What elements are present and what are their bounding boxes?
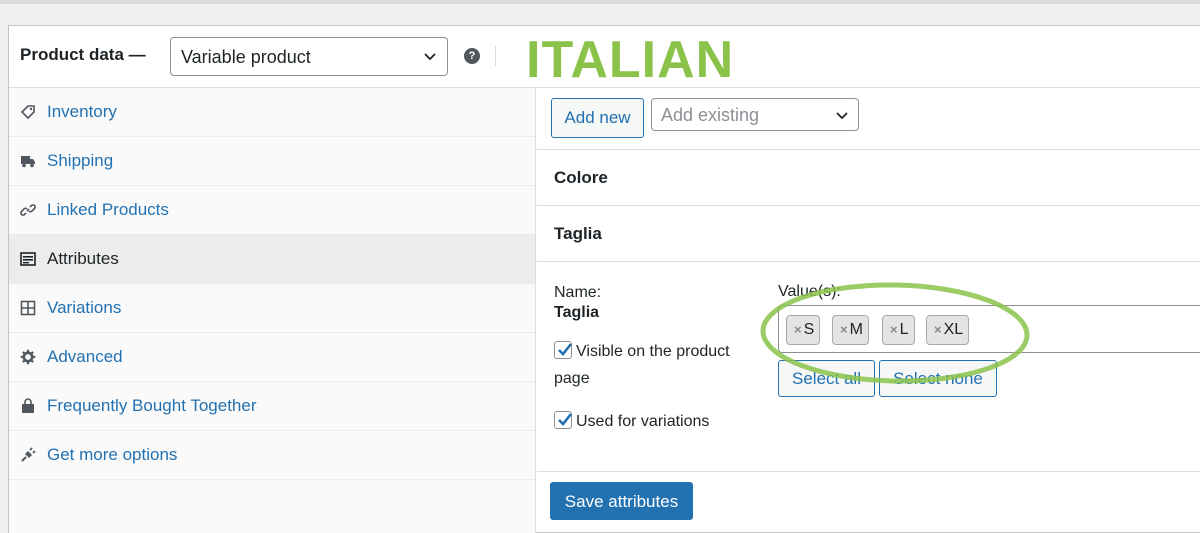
value-tag-l[interactable]: × L bbox=[882, 315, 915, 345]
product-data-header: Product data — Variable product ? ITALIA… bbox=[9, 26, 1200, 88]
tag-label: XL bbox=[943, 321, 964, 338]
add-existing-placeholder: Add existing bbox=[661, 105, 760, 125]
remove-icon[interactable]: × bbox=[840, 322, 848, 337]
product-type-select[interactable]: Variable product bbox=[170, 37, 448, 76]
visible-label: Visible on the product page bbox=[554, 343, 730, 387]
sidebar-item-get-more-options[interactable]: Get more options bbox=[9, 431, 535, 480]
tag-label: S bbox=[803, 321, 815, 338]
sidebar-item-frequently-bought-together[interactable]: Frequently Bought Together bbox=[9, 382, 535, 431]
used-for-variations-option[interactable]: Used for variations bbox=[554, 408, 709, 435]
tag-label: L bbox=[899, 321, 909, 338]
save-area: Save attributes bbox=[537, 472, 1200, 532]
attribute-detail: Name: Taglia Visible on the product page… bbox=[537, 262, 1200, 472]
bag-icon bbox=[20, 398, 36, 414]
sidebar-item-shipping[interactable]: Shipping bbox=[9, 137, 535, 186]
product-type-value: Variable product bbox=[181, 47, 311, 67]
top-border bbox=[0, 0, 1200, 4]
value-tag-m[interactable]: × M bbox=[832, 315, 869, 345]
attributes-panel: Add new Add existing Colore Taglia Name:… bbox=[537, 88, 1200, 533]
sidebar-item-inventory[interactable]: Inventory bbox=[9, 88, 535, 137]
attribute-row-taglia[interactable]: Taglia bbox=[537, 206, 1200, 262]
sidebar-item-label: Get more options bbox=[47, 445, 178, 464]
used-for-variations-checkbox[interactable] bbox=[554, 411, 573, 429]
sidebar-item-label: Linked Products bbox=[47, 200, 169, 219]
attribute-name: Colore bbox=[554, 167, 608, 187]
sidebar-item-variations[interactable]: Variations bbox=[9, 284, 535, 333]
value-tag-s[interactable]: × S bbox=[786, 315, 821, 345]
sidebar-item-label: Shipping bbox=[47, 151, 114, 170]
sidebar-item-label: Inventory bbox=[47, 102, 117, 121]
used-for-variations-label: Used for variations bbox=[576, 413, 710, 430]
plug-icon bbox=[20, 447, 36, 463]
sidebar-item-attributes[interactable]: Attributes bbox=[9, 235, 535, 284]
select-all-button[interactable]: Select all bbox=[778, 360, 875, 397]
attribute-row-colore[interactable]: Colore bbox=[537, 150, 1200, 206]
product-data-tabs: Inventory Shipping Linked Products Attri… bbox=[9, 88, 536, 533]
header-divider bbox=[495, 46, 496, 66]
product-data-label: Product data — bbox=[20, 45, 146, 64]
chevron-down-icon bbox=[424, 53, 436, 61]
sidebar-item-linked-products[interactable]: Linked Products bbox=[9, 186, 535, 235]
remove-icon[interactable]: × bbox=[794, 322, 802, 337]
name-value: Taglia bbox=[554, 304, 600, 321]
name-label: Name: bbox=[554, 284, 602, 301]
truck-icon bbox=[20, 153, 36, 169]
attributes-toolbar: Add new Add existing bbox=[537, 88, 1200, 150]
product-data-panel: Product data — Variable product ? ITALIA… bbox=[8, 25, 1200, 533]
sidebar-item-label: Variations bbox=[47, 298, 122, 317]
sidebar-item-label: Attributes bbox=[47, 249, 119, 268]
sidebar-item-label: Frequently Bought Together bbox=[47, 396, 257, 415]
values-label: Value(s): bbox=[778, 283, 841, 300]
add-new-button[interactable]: Add new bbox=[551, 98, 644, 138]
tag-label: M bbox=[849, 321, 863, 338]
chevron-down-icon bbox=[836, 112, 848, 120]
values-input[interactable]: × S × M × L × XL bbox=[778, 305, 1200, 353]
help-icon[interactable]: ? bbox=[464, 48, 480, 64]
value-tag-xl[interactable]: × XL bbox=[926, 315, 970, 345]
sidebar-item-label: Advanced bbox=[47, 347, 123, 366]
italian-overlay-label: ITALIAN bbox=[526, 31, 735, 89]
remove-icon[interactable]: × bbox=[934, 322, 942, 337]
remove-icon[interactable]: × bbox=[890, 322, 898, 337]
save-attributes-button[interactable]: Save attributes bbox=[550, 482, 693, 520]
tag-icon bbox=[20, 104, 36, 120]
visible-checkbox[interactable] bbox=[554, 341, 573, 359]
sidebar-item-advanced[interactable]: Advanced bbox=[9, 333, 535, 382]
attribute-name: Taglia bbox=[554, 223, 602, 243]
select-none-button[interactable]: Select none bbox=[879, 360, 997, 397]
link-icon bbox=[20, 202, 36, 218]
grid-icon bbox=[20, 300, 36, 316]
visible-on-product-page-option[interactable]: Visible on the product page bbox=[554, 338, 769, 392]
list-icon bbox=[20, 251, 36, 267]
gear-icon bbox=[20, 349, 36, 365]
add-existing-select[interactable]: Add existing bbox=[651, 98, 859, 131]
